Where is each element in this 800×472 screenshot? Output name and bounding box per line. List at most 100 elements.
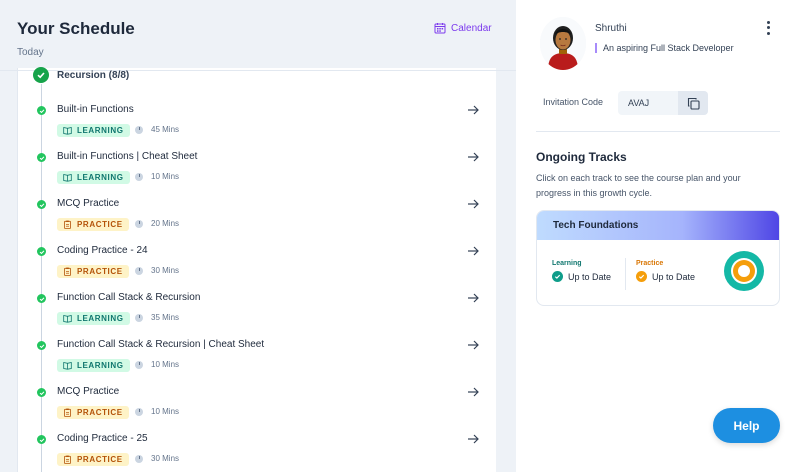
duration-label: 10 Mins <box>151 360 180 369</box>
item-duration: 20 Mins <box>135 219 179 228</box>
learning-status: Up to Date <box>568 271 612 282</box>
tracks-title: Ongoing Tracks <box>536 150 627 164</box>
item-title: Built-in Functions <box>57 104 134 115</box>
schedule-item[interactable]: Coding Practice - 24 PRACTICE 30 Mins <box>36 245 496 292</box>
arrow-right-icon[interactable] <box>466 103 480 117</box>
duration-label: 10 Mins <box>151 407 180 416</box>
check-circle-icon <box>37 388 46 397</box>
item-duration: 30 Mins <box>135 454 179 463</box>
arrow-right-icon[interactable] <box>466 338 480 352</box>
check-circle-icon <box>37 294 46 303</box>
badge-label: PRACTICE <box>77 267 123 276</box>
badge-label: PRACTICE <box>77 408 123 417</box>
item-title: Function Call Stack & Recursion | Cheat … <box>57 339 265 350</box>
check-circle-icon <box>636 271 647 282</box>
topic-label: Recursion (8/8) <box>57 69 130 81</box>
schedule-item[interactable]: Coding Practice - 25 PRACTICE 30 Mins <box>36 433 496 472</box>
duration-label: 10 Mins <box>151 172 180 181</box>
user-bio: An aspiring Full Stack Developer <box>595 43 734 53</box>
calendar-link[interactable]: Calendar <box>434 22 492 34</box>
practice-stat: Practice Up to Date <box>636 260 695 282</box>
practice-badge: PRACTICE <box>57 265 129 278</box>
invitation-code: AVAJ <box>628 98 650 108</box>
progress-ring-icon <box>724 251 764 291</box>
item-duration: 10 Mins <box>135 360 179 369</box>
schedule-item[interactable]: MCQ Practice PRACTICE 10 Mins <box>36 386 496 433</box>
practice-badge: PRACTICE <box>57 218 129 231</box>
book-icon <box>63 173 72 182</box>
badge-label: LEARNING <box>77 126 124 135</box>
clipboard-icon <box>63 267 72 276</box>
schedule-item[interactable]: MCQ Practice PRACTICE 20 Mins <box>36 198 496 245</box>
check-circle-icon <box>37 200 46 209</box>
clipboard-icon <box>63 408 72 417</box>
duration-label: 20 Mins <box>151 219 180 228</box>
clock-icon <box>135 407 143 416</box>
topic-header[interactable]: Recursion (8/8) <box>33 67 129 83</box>
item-title: Built-in Functions | Cheat Sheet <box>57 151 198 162</box>
tracks-description: Click on each track to see the course pl… <box>536 173 741 198</box>
practice-badge: PRACTICE <box>57 453 129 466</box>
schedule-item[interactable]: Function Call Stack & Recursion | Cheat … <box>36 339 496 386</box>
item-duration: 10 Mins <box>135 172 179 181</box>
learning-badge: LEARNING <box>57 312 130 325</box>
schedule-item[interactable]: Built-in Functions LEARNING 45 Mins <box>36 104 496 151</box>
badge-label: LEARNING <box>77 173 124 182</box>
item-title: MCQ Practice <box>57 386 120 397</box>
profile-panel: Shruthi An aspiring Full Stack Developer… <box>516 0 800 472</box>
item-title: Coding Practice - 24 <box>57 245 148 256</box>
arrow-right-icon[interactable] <box>466 432 480 446</box>
check-circle-icon <box>37 153 46 162</box>
invitation-label: Invitation Code <box>543 97 604 107</box>
page-subtitle: Today <box>17 47 44 58</box>
check-circle-icon <box>37 435 46 444</box>
duration-label: 45 Mins <box>151 125 180 134</box>
badge-label: PRACTICE <box>77 220 123 229</box>
learning-badge: LEARNING <box>57 171 130 184</box>
clock-icon <box>135 360 143 369</box>
check-circle-icon <box>33 67 49 83</box>
duration-label: 30 Mins <box>151 266 180 275</box>
clock-icon <box>135 313 143 322</box>
track-name: Tech Foundations <box>537 211 779 240</box>
avatar <box>540 17 586 70</box>
item-duration: 30 Mins <box>135 266 179 275</box>
arrow-right-icon[interactable] <box>466 385 480 399</box>
copy-button[interactable] <box>678 91 708 115</box>
book-icon <box>63 314 72 323</box>
clock-icon <box>135 172 143 181</box>
check-circle-icon <box>37 247 46 256</box>
schedule-item[interactable]: Built-in Functions | Cheat Sheet LEARNING… <box>36 151 496 198</box>
calendar-label: Calendar <box>451 22 492 34</box>
schedule-item[interactable]: Function Call Stack & Recursion LEARNING 3… <box>36 292 496 339</box>
clock-icon <box>135 125 143 134</box>
arrow-right-icon[interactable] <box>466 291 480 305</box>
arrow-right-icon[interactable] <box>466 150 480 164</box>
track-body: Learning Up to Date Practice Up to Date <box>537 240 779 305</box>
check-circle-icon <box>552 271 563 282</box>
arrow-right-icon[interactable] <box>466 197 480 211</box>
book-icon <box>63 361 72 370</box>
clipboard-icon <box>63 455 72 464</box>
stat-divider <box>625 258 626 290</box>
copy-icon <box>687 97 700 110</box>
practice-label: Practice <box>636 260 664 267</box>
practice-status: Up to Date <box>652 271 696 282</box>
invitation-code-box: AVAJ <box>618 91 708 115</box>
badge-label: PRACTICE <box>77 455 123 464</box>
item-title: Coding Practice - 25 <box>57 433 148 444</box>
calendar-icon <box>434 23 446 34</box>
duration-label: 30 Mins <box>151 454 180 463</box>
badge-label: LEARNING <box>77 314 124 323</box>
check-circle-icon <box>37 341 46 350</box>
kebab-menu-icon[interactable] <box>764 20 772 36</box>
clock-icon <box>135 266 143 275</box>
track-card[interactable]: Tech Foundations Learning Up to Date Pra… <box>536 210 780 306</box>
user-name: Shruthi <box>595 23 627 34</box>
practice-badge: PRACTICE <box>57 406 129 419</box>
help-button[interactable]: Help <box>713 408 780 443</box>
item-duration: 35 Mins <box>135 313 179 322</box>
learning-badge: LEARNING <box>57 359 130 372</box>
arrow-right-icon[interactable] <box>466 244 480 258</box>
item-duration: 10 Mins <box>135 407 179 416</box>
